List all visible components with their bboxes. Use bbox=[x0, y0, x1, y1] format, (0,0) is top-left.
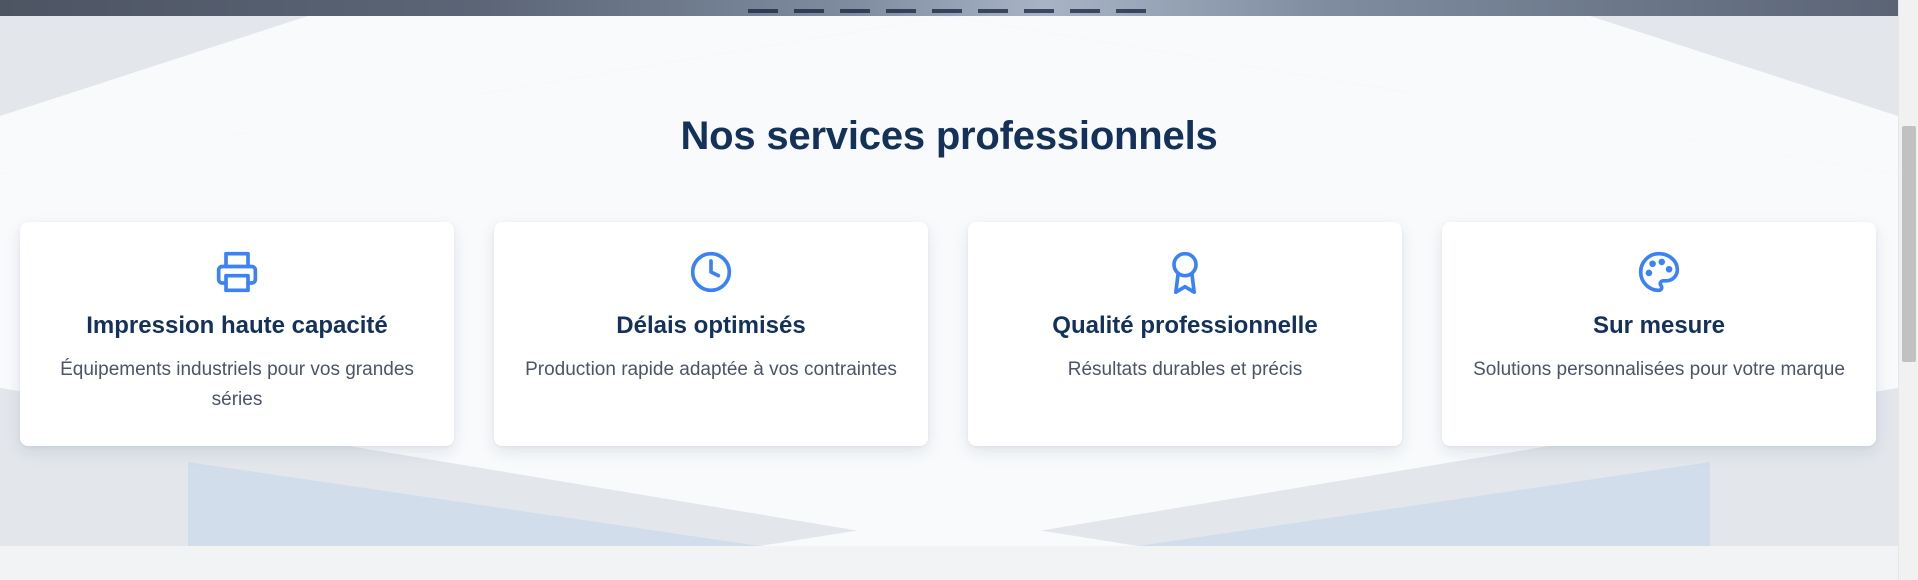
service-description: Production rapide adaptée à vos contrain… bbox=[525, 359, 897, 380]
service-title: Qualité professionnelle bbox=[1052, 312, 1318, 339]
scrollbar-thumb[interactable] bbox=[1902, 126, 1916, 362]
service-title: Sur mesure bbox=[1592, 312, 1726, 339]
services-section: Nos services professionnels Impression h… bbox=[0, 16, 1898, 546]
printer-icon bbox=[215, 250, 259, 294]
service-card-printing: Impression haute capacité Équipements in… bbox=[20, 222, 454, 446]
service-card-deadlines: Délais optimisés Production rapide adapt… bbox=[494, 222, 928, 446]
award-icon bbox=[1163, 250, 1207, 294]
service-description: Résultats durables et précis bbox=[1067, 359, 1303, 380]
service-title: Impression haute capacité bbox=[86, 312, 388, 339]
section-title: Nos services professionnels bbox=[680, 114, 1218, 158]
palette-icon bbox=[1637, 250, 1681, 294]
next-section-edge bbox=[0, 546, 1898, 580]
page-scrollbar[interactable] bbox=[1898, 0, 1918, 580]
service-card-custom: Sur mesure Solutions personnalisées pour… bbox=[1442, 222, 1876, 446]
clock-icon bbox=[689, 250, 733, 294]
service-card-quality: Qualité professionnelle Résultats durabl… bbox=[968, 222, 1402, 446]
hero-image-bottom-edge bbox=[0, 0, 1898, 16]
service-title: Délais optimisés bbox=[616, 312, 806, 339]
service-description: Solutions personnalisées pour votre marq… bbox=[1473, 359, 1845, 380]
hero-image-detail bbox=[748, 9, 1158, 13]
service-description: Équipements industriels pour vos grandes… bbox=[60, 359, 414, 410]
